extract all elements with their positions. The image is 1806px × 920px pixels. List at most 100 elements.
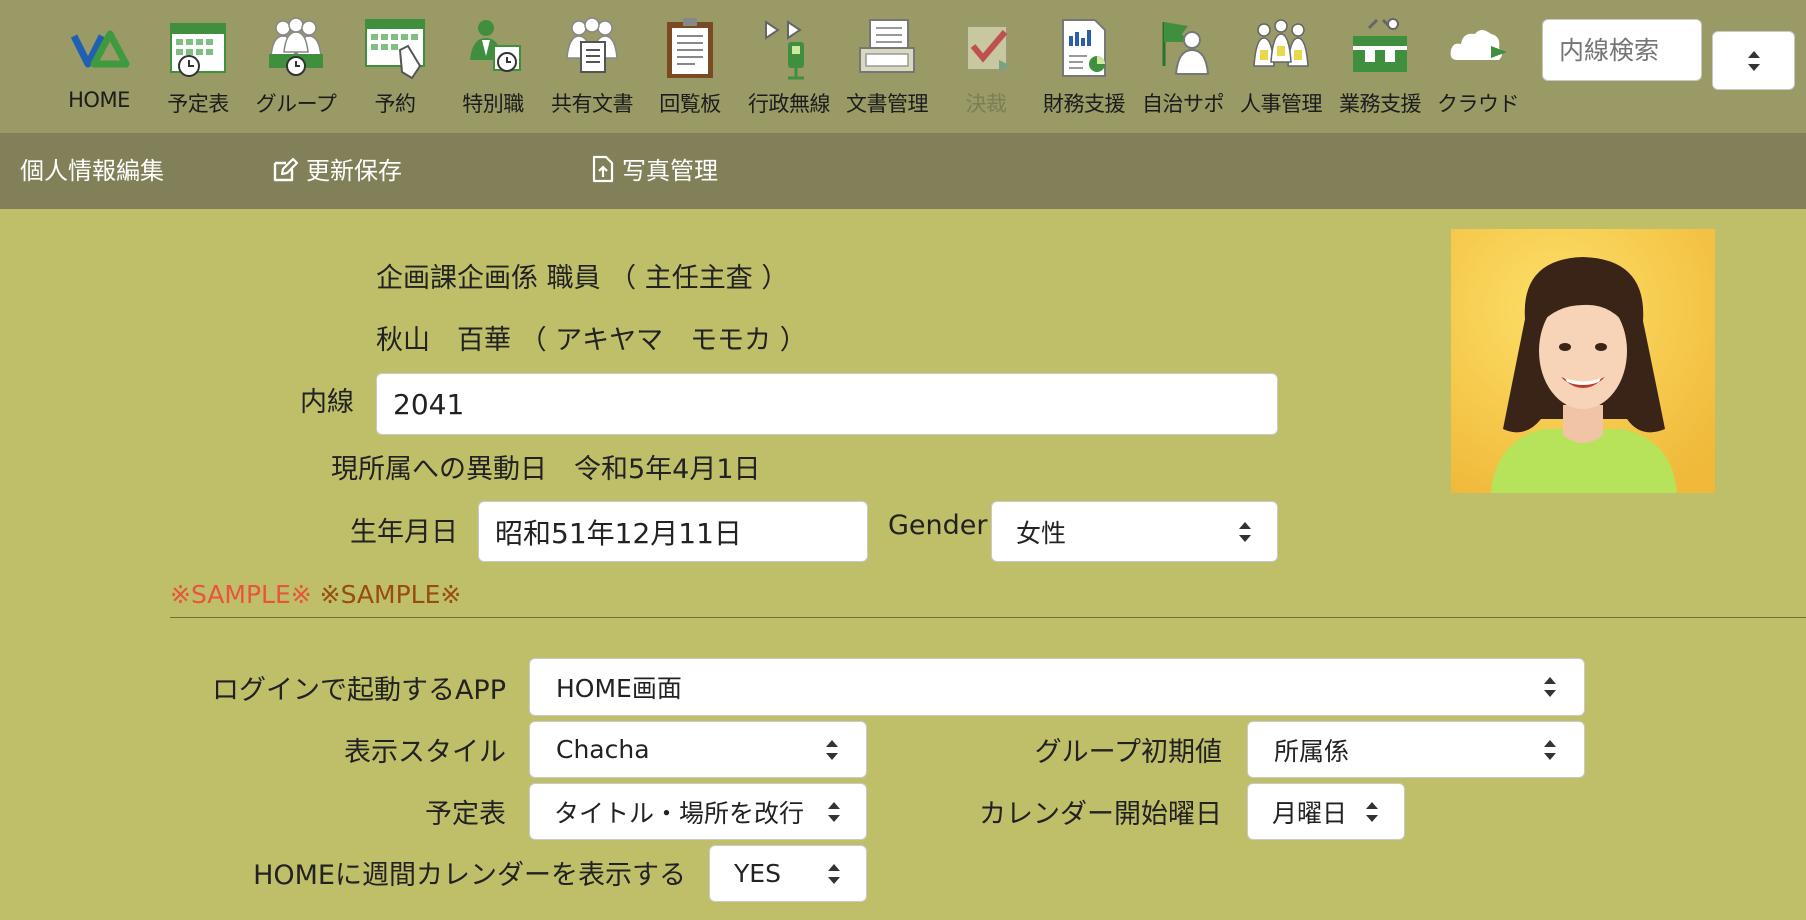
portrait-image: [1451, 229, 1715, 493]
app-personnel[interactable]: 人事管理: [1233, 16, 1329, 126]
user-name: 秋山 百華 （ アキヤマ モモカ ）: [376, 325, 807, 356]
group-icon: [269, 17, 323, 76]
gender-label: Gender: [888, 510, 988, 541]
sort-arrows-icon: [1746, 49, 1762, 73]
schedule-label: 予定表: [425, 799, 506, 830]
sample-notice: ※SAMPLE※ ※SAMPLE※: [170, 580, 461, 609]
app-label: 財務支援: [1043, 92, 1126, 116]
transfer-date-row: 現所属への異動日 令和5年4月1日: [331, 447, 761, 486]
approval-check-icon: [966, 25, 1011, 72]
cloud-icon: [1450, 30, 1507, 60]
app-label: 業務支援: [1339, 92, 1422, 116]
schedule-select[interactable]: タイトル・場所を改行: [529, 783, 867, 840]
display-style-value: Chacha: [556, 735, 650, 764]
special-staff-icon: [470, 20, 521, 72]
app-reservation[interactable]: 予約: [347, 16, 443, 126]
app-home[interactable]: HOME: [51, 16, 147, 126]
home-weekly-select[interactable]: YES: [709, 845, 867, 902]
app-label: 回覧板: [659, 92, 721, 116]
app-label: HOME: [68, 88, 130, 112]
transfer-date-value: 令和5年4月1日: [574, 454, 761, 485]
app-label: クラウド: [1437, 92, 1520, 116]
sample-mark-1: ※SAMPLE※: [170, 580, 312, 609]
finance-chart-icon: [1062, 19, 1106, 77]
app-radio[interactable]: 行政無線: [741, 16, 837, 126]
sort-arrows-icon: [1237, 520, 1253, 544]
home-weekly-label: HOMEに週間カレンダーを表示する: [253, 860, 686, 891]
extension-search-input[interactable]: [1542, 19, 1702, 81]
app-label: 文書管理: [846, 92, 929, 116]
app-label: 予定表: [167, 92, 229, 116]
schedule-value: タイトル・場所を改行: [554, 798, 805, 828]
update-save-label: 更新保存: [306, 157, 402, 185]
reservation-icon: [365, 19, 425, 80]
shared-docs-icon: [566, 17, 618, 73]
gender-select[interactable]: 女性: [991, 501, 1278, 562]
page-title: 個人情報編集: [20, 157, 164, 185]
login-app-label: ログインで起動するAPP: [211, 675, 506, 706]
display-style-select[interactable]: Chacha: [529, 721, 867, 778]
display-style-label: 表示スタイル: [344, 737, 506, 768]
profile-photo: [1451, 229, 1715, 493]
app-label: 特別職: [462, 92, 524, 116]
sort-arrows-icon: [824, 738, 840, 762]
app-toolbar: HOME 予定表 グループ 予約 特別職 共有文書 回覧板 行政無線 文書管理 …: [0, 0, 1806, 133]
toolbar-select[interactable]: [1712, 31, 1795, 90]
sort-arrows-icon: [1542, 738, 1558, 762]
photo-management-label: 写真管理: [622, 157, 718, 185]
app-schedule[interactable]: 予定表: [150, 16, 246, 126]
app-group[interactable]: グループ: [248, 16, 344, 126]
toolbox-icon: [1353, 18, 1407, 72]
sample-mark-2: ※SAMPLE※: [319, 580, 462, 609]
calendar-icon: [170, 23, 226, 77]
department-position: 企画課企画係 職員 （ 主任主査 ）: [376, 263, 789, 294]
extension-label: 内線: [300, 387, 354, 418]
document-management-icon: [859, 19, 915, 73]
app-label: 共有文書: [551, 92, 634, 116]
birth-date-field[interactable]: 昭和51年12月11日: [478, 501, 868, 562]
app-autonomy-support[interactable]: 自治サポ: [1135, 16, 1231, 126]
app-finance[interactable]: 財務支援: [1036, 16, 1132, 126]
app-business-support[interactable]: 業務支援: [1332, 16, 1428, 126]
sort-arrows-icon: [1542, 675, 1558, 699]
extension-field[interactable]: 2041: [376, 373, 1278, 435]
app-circular[interactable]: 回覧板: [642, 16, 738, 126]
calendar-start-label: カレンダー開始曜日: [979, 799, 1222, 830]
sort-arrows-icon: [826, 800, 842, 824]
group-default-label: グループ初期値: [1034, 737, 1222, 768]
app-cloud[interactable]: クラウド: [1430, 16, 1526, 126]
sort-arrows-icon: [826, 862, 842, 886]
clipboard-icon: [667, 18, 713, 78]
sort-arrows-icon: [1364, 800, 1380, 824]
calendar-start-value: 月曜日: [1272, 798, 1348, 828]
calendar-start-select[interactable]: 月曜日: [1247, 783, 1405, 840]
edit-icon: [273, 157, 299, 182]
radio-icon: [765, 20, 804, 80]
app-shared-docs[interactable]: 共有文書: [544, 16, 640, 126]
app-label: 決裁: [965, 92, 1008, 116]
transfer-date-label: 現所属への異動日: [331, 454, 547, 485]
login-app-value: HOME画面: [556, 674, 682, 703]
personnel-icon: [1253, 19, 1309, 67]
app-document-management[interactable]: 文書管理: [839, 16, 935, 126]
group-default-value: 所属係: [1274, 736, 1350, 766]
sub-menu-bar: 個人情報編集 更新保存 写真管理: [0, 133, 1806, 209]
app-label: グループ: [255, 92, 337, 116]
group-default-select[interactable]: 所属係: [1247, 721, 1585, 778]
app-label: 人事管理: [1240, 92, 1323, 116]
app-label: 自治サポ: [1142, 92, 1225, 116]
photo-management-button[interactable]: 写真管理: [592, 133, 718, 209]
flag-person-icon: [1162, 22, 1210, 75]
app-approval[interactable]: 決裁: [938, 16, 1034, 126]
app-label: 行政無線: [748, 92, 831, 116]
gender-value: 女性: [1016, 518, 1067, 548]
birth-date-label: 生年月日: [350, 517, 458, 548]
file-upload-icon: [592, 155, 614, 183]
home-weekly-value: YES: [734, 859, 781, 888]
app-label: 予約: [374, 92, 417, 116]
logo-icon: [70, 30, 130, 68]
login-app-select[interactable]: HOME画面: [529, 658, 1585, 716]
update-save-button[interactable]: 更新保存: [272, 133, 402, 209]
app-special-staff[interactable]: 特別職: [445, 16, 541, 126]
section-divider: [170, 617, 1806, 618]
